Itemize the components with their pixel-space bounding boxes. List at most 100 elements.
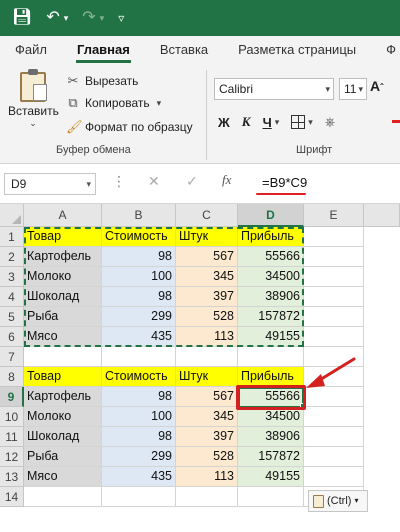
cell-a11[interactable]: Шоколад — [24, 427, 102, 447]
cell-d12[interactable]: 157872 — [238, 447, 304, 467]
cell-b13[interactable]: 435 — [102, 467, 176, 487]
row-header-8[interactable]: 8 — [0, 367, 24, 387]
column-header-d[interactable]: D — [238, 204, 304, 227]
cell-b3[interactable]: 100 — [102, 267, 176, 287]
chevron-down-icon[interactable]: ▾ — [275, 117, 280, 128]
cell-a5[interactable]: Рыба — [24, 307, 102, 327]
grid-cell[interactable] — [176, 487, 238, 507]
grid-cell[interactable] — [304, 467, 364, 487]
cell-b2[interactable]: 98 — [102, 247, 176, 267]
row-header-5[interactable]: 5 — [0, 307, 24, 327]
row-header-13[interactable]: 13 — [0, 467, 24, 487]
chevron-down-icon[interactable]: ▾ — [308, 117, 313, 128]
row-header-6[interactable]: 6 — [0, 327, 24, 347]
bold-button[interactable]: Ж — [218, 115, 230, 130]
cut-button[interactable]: ✂ Вырезать — [66, 70, 139, 92]
cell-d4[interactable]: 38906 — [238, 287, 304, 307]
tab-file[interactable]: Файл — [0, 36, 62, 64]
row-header-3[interactable]: 3 — [0, 267, 24, 287]
tab-page-layout[interactable]: Разметка страницы — [223, 36, 371, 64]
grid-cell[interactable] — [102, 347, 176, 367]
cell-b9[interactable]: 98 — [102, 387, 176, 407]
insert-function-button[interactable]: fx — [222, 172, 231, 188]
confirm-formula-button[interactable]: ✓ — [186, 173, 198, 190]
font-size-select[interactable]: 11 ▾ — [339, 78, 367, 100]
cell-a1[interactable]: Товар — [24, 227, 102, 247]
cell-d3[interactable]: 34500 — [238, 267, 304, 287]
formula-input[interactable]: =B9*C9 — [262, 175, 307, 190]
cell-c11[interactable]: 397 — [176, 427, 238, 447]
row-header-11[interactable]: 11 — [0, 427, 24, 447]
chevron-down-icon[interactable]: ⌄ — [8, 118, 58, 129]
tab-formulas[interactable]: Ф — [371, 36, 400, 64]
grid-cell[interactable] — [304, 367, 364, 387]
grid-cell[interactable] — [304, 387, 364, 407]
grid-cell[interactable] — [304, 307, 364, 327]
row-header-2[interactable]: 2 — [0, 247, 24, 267]
grid-cell[interactable] — [304, 447, 364, 467]
cell-d9[interactable]: 55566 — [238, 387, 304, 407]
undo-icon[interactable]: ↶ — [46, 10, 59, 26]
row-header-9[interactable]: 9 — [0, 387, 24, 407]
cell-b12[interactable]: 299 — [102, 447, 176, 467]
cell-b6[interactable]: 435 — [102, 327, 176, 347]
cell-a8[interactable]: Товар — [24, 367, 102, 387]
quick-access-dropdown-icon[interactable]: ▿ — [118, 12, 124, 24]
paste-button[interactable]: Вставить ⌄ — [8, 69, 59, 142]
cell-d13[interactable]: 49155 — [238, 467, 304, 487]
cell-c10[interactable]: 345 — [176, 407, 238, 427]
italic-button[interactable]: К — [242, 114, 251, 130]
increase-font-size-button[interactable]: Aˆ — [370, 78, 383, 94]
cell-a12[interactable]: Рыба — [24, 447, 102, 467]
grid-cell[interactable] — [304, 227, 364, 247]
cell-b8[interactable]: Стоимость — [102, 367, 176, 387]
spreadsheet-grid[interactable]: ABCDE 1 2 3 4 5 6 7 8 9 10 11 12 13 14 Товар Стоимость… — [0, 204, 400, 532]
row-header-7[interactable]: 7 — [0, 347, 24, 367]
row-header-1[interactable]: 1 — [0, 227, 24, 247]
row-header-10[interactable]: 10 — [0, 407, 24, 427]
grid-cell[interactable] — [304, 267, 364, 287]
grid-cell[interactable] — [304, 287, 364, 307]
tab-insert[interactable]: Вставка — [145, 36, 223, 64]
grid-cell[interactable] — [304, 247, 364, 267]
cell-a13[interactable]: Мясо — [24, 467, 102, 487]
cell-c4[interactable]: 397 — [176, 287, 238, 307]
column-header-e[interactable]: E — [304, 204, 364, 227]
cell-b11[interactable]: 98 — [102, 427, 176, 447]
tab-home[interactable]: Главная — [62, 36, 145, 64]
row-header-12[interactable]: 12 — [0, 447, 24, 467]
cell-a6[interactable]: Мясо — [24, 327, 102, 347]
cell-b10[interactable]: 100 — [102, 407, 176, 427]
grid-cell[interactable] — [304, 407, 364, 427]
cell-d1[interactable]: Прибыль — [238, 227, 304, 247]
cell-c2[interactable]: 567 — [176, 247, 238, 267]
grid-cell[interactable] — [102, 487, 176, 507]
redo-dropdown-icon[interactable]: ▾ — [100, 13, 105, 23]
cancel-formula-button[interactable]: ✕ — [148, 173, 160, 190]
cell-d5[interactable]: 157872 — [238, 307, 304, 327]
grid-cell[interactable] — [24, 487, 102, 507]
cell-d11[interactable]: 38906 — [238, 427, 304, 447]
cell-c9[interactable]: 567 — [176, 387, 238, 407]
cell-c3[interactable]: 345 — [176, 267, 238, 287]
column-header-c[interactable]: C — [176, 204, 238, 227]
cell-c8[interactable]: Штук — [176, 367, 238, 387]
redo-icon[interactable]: ↷ — [82, 10, 95, 26]
name-box[interactable]: D9 ▾ — [4, 173, 96, 195]
column-header-f[interactable] — [364, 204, 400, 227]
cell-d2[interactable]: 55566 — [238, 247, 304, 267]
cell-c1[interactable]: Штук — [176, 227, 238, 247]
cell-c13[interactable]: 113 — [176, 467, 238, 487]
column-header-a[interactable]: A — [24, 204, 102, 227]
grid-cell[interactable] — [176, 347, 238, 367]
grid-cell[interactable] — [238, 487, 304, 507]
cell-c6[interactable]: 113 — [176, 327, 238, 347]
grid-cell[interactable] — [304, 427, 364, 447]
paste-options-button[interactable]: (Ctrl) ▾ — [308, 490, 368, 512]
grid-cell[interactable] — [304, 347, 364, 367]
fill-color-icon[interactable]: ⎈ — [325, 114, 335, 130]
cell-b5[interactable]: 299 — [102, 307, 176, 327]
copy-button[interactable]: ⧉ Копировать ▾ — [66, 92, 161, 114]
column-header-b[interactable]: B — [102, 204, 176, 227]
cell-b4[interactable]: 98 — [102, 287, 176, 307]
